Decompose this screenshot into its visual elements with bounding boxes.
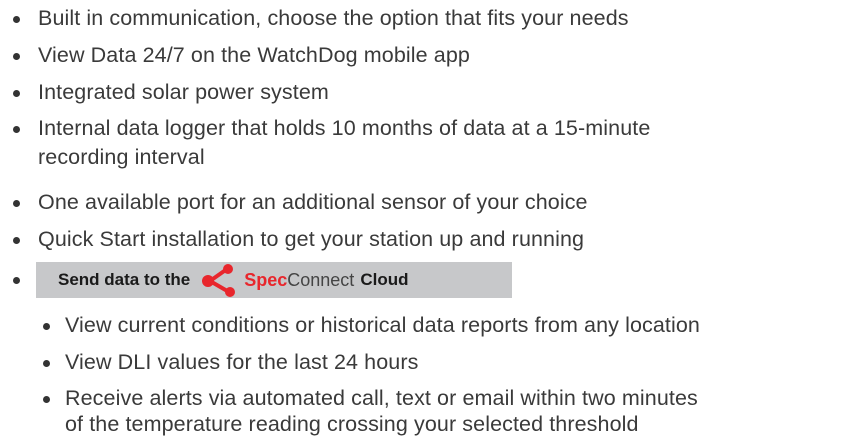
connect-logo-text: Connect (287, 269, 355, 290)
bullet (43, 360, 50, 367)
bullet (13, 90, 20, 97)
banner-lead-text: Send data to the (58, 270, 191, 289)
list-item-text: View current conditions or historical da… (65, 313, 700, 337)
list-item-text: of the temperature reading crossing your… (65, 412, 639, 436)
specconnect-banner: Send data to the Spec Connect Cloud (36, 262, 512, 298)
list-item-text: Built in communication, choose the optio… (38, 6, 629, 30)
list-item-text: recording interval (38, 145, 205, 169)
bullet (13, 200, 20, 207)
bullet (13, 277, 20, 284)
list-item-text: View DLI values for the last 24 hours (65, 350, 419, 374)
spec-logo-text: Spec (244, 269, 288, 290)
list-item-text: Quick Start installation to get your sta… (38, 227, 585, 251)
list-item-text: Internal data logger that holds 10 month… (38, 116, 651, 140)
list-item-text: One available port for an additional sen… (38, 190, 588, 214)
bullet (13, 237, 20, 244)
share-network-icon (202, 264, 236, 297)
bullet (43, 396, 50, 403)
bullet (13, 126, 20, 133)
list-item-text: Integrated solar power system (38, 80, 329, 104)
list-item-text: View Data 24/7 on the WatchDog mobile ap… (38, 43, 470, 67)
cloud-text: Cloud (360, 270, 409, 289)
bullet (13, 16, 20, 23)
bullet (13, 53, 20, 60)
bullet (43, 323, 50, 330)
